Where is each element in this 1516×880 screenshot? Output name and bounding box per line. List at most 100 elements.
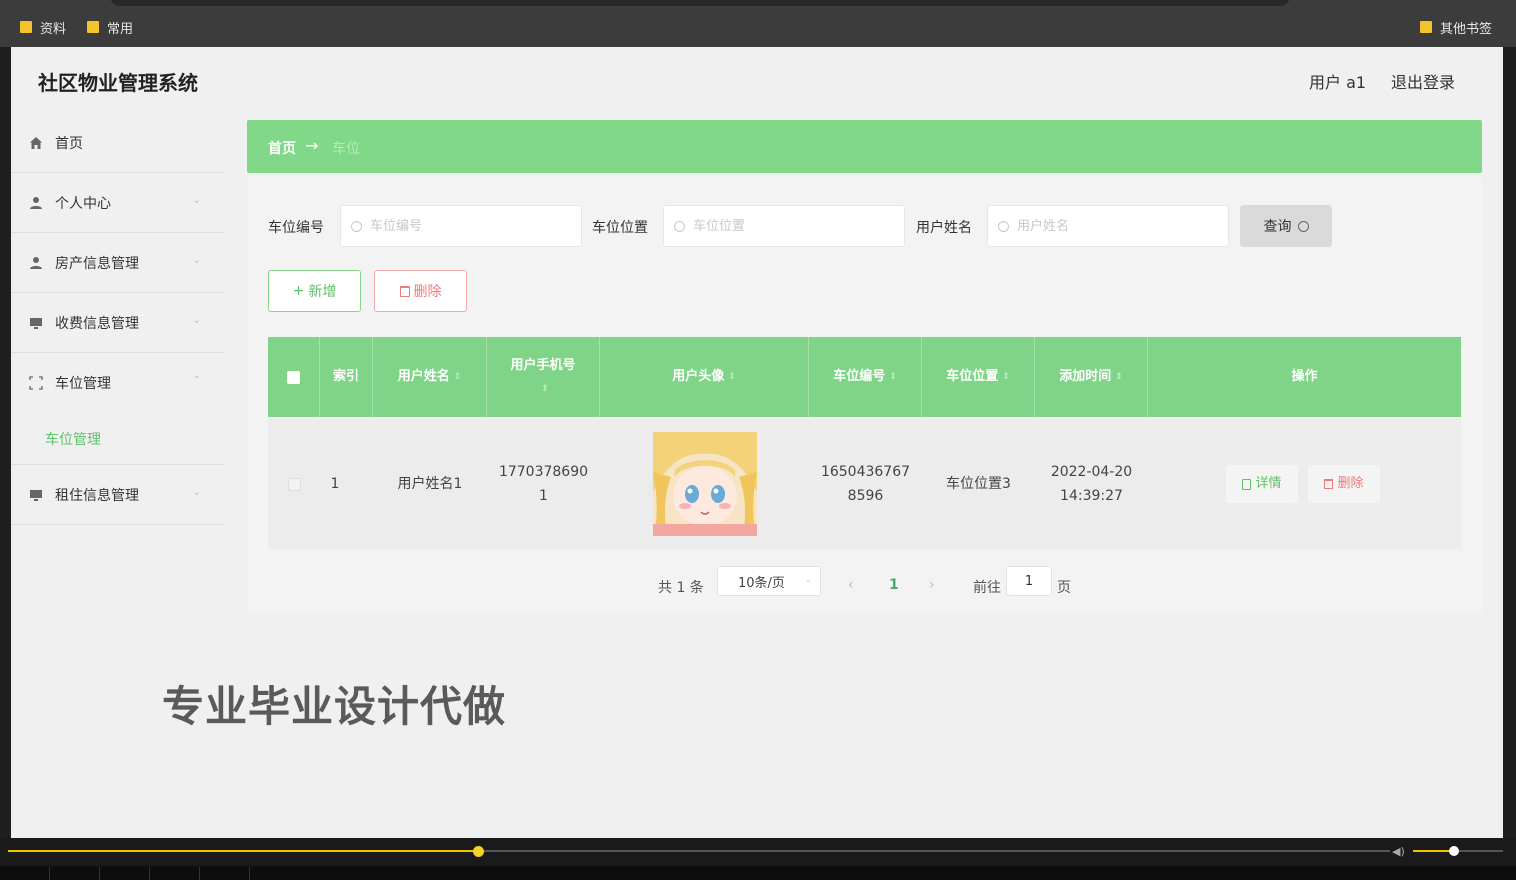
prev-page-icon[interactable]: ‹ — [848, 577, 854, 593]
column-header-label: 用户姓名 — [397, 369, 450, 384]
add-button-label: 新增 — [308, 284, 337, 300]
added-time-cell: 2022-04-20 14:39:27 — [1035, 419, 1148, 549]
sidebar-subitem-parking[interactable]: 车位管理 — [11, 413, 225, 465]
sort-icon[interactable]: ⇕ — [1002, 366, 1010, 388]
goto-page-input[interactable]: 1 — [1006, 566, 1052, 596]
monitor-icon — [30, 489, 42, 501]
user-icon — [30, 196, 42, 209]
other-bookmarks[interactable]: 其他书签 — [1420, 17, 1492, 37]
batch-delete-button[interactable]: 删除 — [374, 270, 467, 312]
column-header-label: 车位位置 — [946, 369, 999, 384]
sort-icon[interactable]: ⇕ — [1115, 366, 1123, 388]
page-suffix: 页 — [1057, 580, 1071, 596]
column-header-label: 用户头像 — [672, 369, 725, 384]
slot-location-label: 车位位置 — [592, 220, 648, 236]
next-page-icon[interactable]: › — [929, 577, 935, 593]
document-icon — [1242, 478, 1252, 490]
app-title: 社区物业管理系统 — [38, 71, 198, 95]
sidebar-item-label: 房产信息管理 — [55, 255, 139, 272]
folder-icon — [1420, 21, 1432, 33]
bookmark-folder[interactable]: 资料 — [20, 17, 66, 37]
folder-icon — [20, 21, 32, 33]
arrow-right-icon: → — [305, 136, 319, 155]
volume-handle[interactable] — [1448, 846, 1459, 856]
goto-label: 前往 — [973, 580, 1001, 596]
column-header: 操作 — [1148, 337, 1461, 417]
column-header-label: 用户手机号 — [510, 357, 576, 373]
pagination-total: 共 1 条 — [658, 580, 704, 596]
slot-no-line: 8596 — [847, 488, 884, 504]
sort-icon[interactable]: ⇕ — [454, 366, 462, 388]
home-icon — [30, 136, 42, 149]
slot-location-input[interactable] — [693, 218, 893, 234]
breadcrumb-home[interactable]: 首页 — [268, 138, 296, 158]
logout-link[interactable]: 退出登录 — [1391, 69, 1455, 93]
sidebar-item-property[interactable]: 房产信息管理 ⌄ — [11, 233, 225, 293]
app-viewport: 社区物业管理系统 用户 a1 退出登录 首页 个人中心 ⌄ 房产信息管理 ⌄ 收… — [11, 47, 1503, 838]
breadcrumb: 首页 → 车位 — [247, 120, 1482, 173]
detail-cell: 详情 — [1226, 419, 1298, 549]
slot-no-input[interactable] — [370, 218, 570, 234]
row-delete-cell: 删除 — [1308, 419, 1380, 549]
slot-no-field[interactable] — [340, 205, 582, 247]
sidebar-item-profile[interactable]: 个人中心 ⌄ — [11, 173, 225, 233]
sidebar-item-label: 收费信息管理 — [55, 315, 139, 332]
column-header-label: 车位编号 — [833, 369, 886, 384]
sort-icon[interactable]: ⇕ — [728, 366, 736, 388]
progress-handle[interactable] — [472, 846, 484, 857]
phone-line: 1 — [539, 488, 548, 504]
detail-button[interactable]: 详情 — [1226, 465, 1298, 503]
progress-fill — [8, 850, 478, 852]
chevron-up-icon: ⌃ — [192, 375, 201, 386]
sort-icon[interactable]: ⇕ — [889, 366, 897, 388]
sidebar-item-label: 个人中心 — [55, 195, 111, 212]
current-page-number[interactable]: 1 — [889, 577, 899, 593]
query-button[interactable]: 查询 — [1240, 205, 1332, 247]
app-header: 社区物业管理系统 用户 a1 退出登录 — [11, 47, 1503, 113]
chevron-down-icon: ⌄ — [192, 255, 201, 266]
sidebar-item-label: 首页 — [55, 135, 83, 152]
add-button[interactable]: + 新增 — [268, 270, 361, 312]
plus-icon: + — [292, 283, 305, 299]
page-size-select[interactable]: 10条/页 ⌄ — [717, 566, 821, 596]
sidebar-item-rental[interactable]: 租住信息管理 ⌄ — [11, 465, 225, 525]
row-delete-button-label: 删除 — [1337, 476, 1364, 491]
frame-icon — [29, 376, 43, 390]
column-header[interactable]: 用户头像 ⇕ — [600, 337, 809, 417]
row-checkbox[interactable] — [287, 477, 301, 491]
sidebar-item-parking[interactable]: 车位管理 ⌃ — [11, 353, 225, 413]
sort-icon[interactable]: ⇕ — [541, 384, 549, 394]
column-header[interactable]: 车位编号 ⇕ — [809, 337, 922, 417]
column-header[interactable]: 用户手机号 ⇕ — [487, 337, 600, 417]
current-user: 用户 a1 — [1309, 73, 1367, 92]
user-name-input[interactable] — [1017, 218, 1217, 234]
table-header: 索引 用户姓名 ⇕ 用户手机号 ⇕ 用户头像 ⇕ 车位编号 ⇕ 车位位置 ⇕ 添加时间 ⇕… — [268, 337, 1461, 417]
chevron-down-icon: ⌄ — [192, 315, 201, 326]
user-name-field[interactable] — [987, 205, 1229, 247]
column-header[interactable]: 用户姓名 ⇕ — [373, 337, 487, 417]
volume-icon[interactable]: ◀) — [1392, 845, 1406, 858]
bookmark-label: 常用 — [107, 21, 134, 37]
row-delete-button[interactable]: 删除 — [1308, 465, 1380, 503]
bookmark-folder[interactable]: 常用 — [87, 17, 133, 37]
sidebar-item-fees[interactable]: 收费信息管理 ⌄ — [11, 293, 225, 353]
taskbar-strip — [0, 866, 1516, 880]
avatar-cell — [600, 419, 809, 549]
phone-cell: 1770378690 1 — [487, 419, 600, 549]
table-row: 1 用户姓名1 1770378690 1 1650436767 8596 车位位… — [268, 419, 1461, 549]
column-header[interactable]: 车位位置 ⇕ — [922, 337, 1035, 417]
select-all-checkbox[interactable] — [287, 370, 300, 384]
sidebar-item-home[interactable]: 首页 — [11, 113, 225, 173]
user-name-label: 用户姓名 — [916, 220, 972, 236]
trash-icon — [399, 285, 410, 297]
trash-icon — [1324, 479, 1334, 489]
column-header[interactable]: 添加时间 ⇕ — [1035, 337, 1148, 417]
phone-line: 1770378690 — [498, 464, 589, 480]
index-cell: 1 — [330, 476, 340, 492]
select-all-cell — [268, 337, 320, 417]
slot-location-field[interactable] — [663, 205, 905, 247]
name-cell: 用户姓名1 — [397, 476, 463, 492]
chevron-down-icon: ⌄ — [192, 487, 201, 498]
slot-no-cell: 1650436767 8596 — [809, 419, 922, 549]
address-bar[interactable] — [110, 0, 1290, 6]
